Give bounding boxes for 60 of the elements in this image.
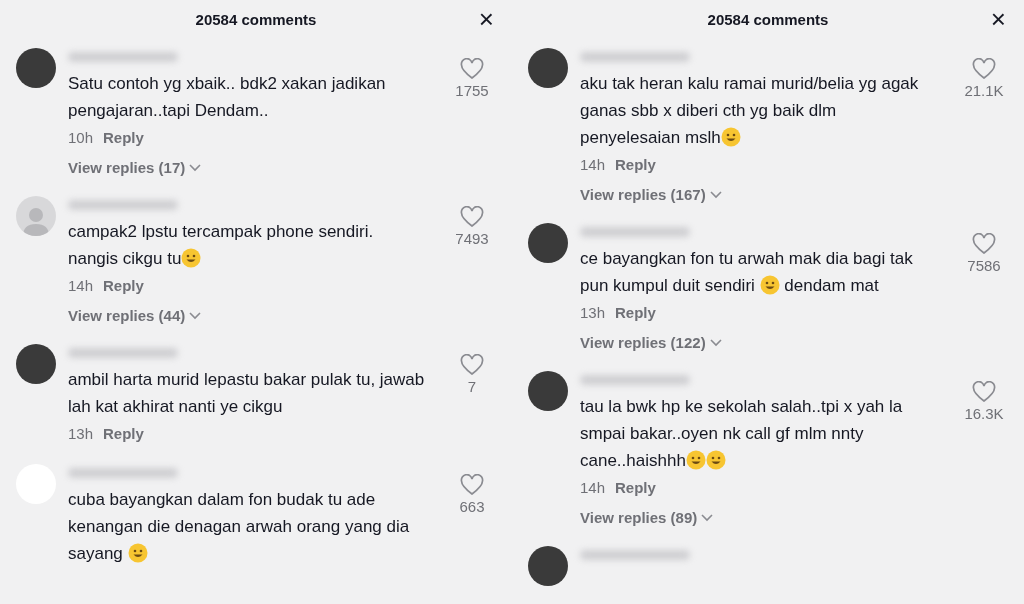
comment-text: ce bayangkan fon tu arwah mak dia bagi tak pun kumpul duit sendiri dendam mat: [580, 248, 914, 297]
comments-count-title: 20584 comments: [707, 9, 829, 30]
like-count: 16.3K: [964, 404, 1004, 424]
heart-icon[interactable]: [460, 58, 484, 80]
like-count: 7493: [455, 229, 489, 249]
emoji-icon: [720, 127, 741, 147]
view-replies-link[interactable]: View replies (167): [580, 185, 722, 205]
view-replies-link[interactable]: View replies (89): [580, 508, 714, 528]
reply-link[interactable]: Reply: [103, 277, 144, 294]
comment-text: campak2 lpstu tercampak phone sendiri. nangis cikgu tu: [68, 221, 375, 270]
like-count: 7: [467, 377, 477, 397]
comment-text: tau la bwk hp ke sekolah salah..tpi x yah la smpai bakar..oyen nk call gf mlm nnty cane..haishhh: [580, 396, 904, 472]
like-count: 7586: [967, 256, 1001, 276]
comment-time: 14h: [68, 277, 94, 294]
comment-time: 14h: [580, 156, 606, 173]
chevron-down-icon: [189, 164, 202, 172]
reply-link[interactable]: Reply: [103, 129, 144, 146]
view-replies-link[interactable]: View replies (122): [580, 333, 722, 353]
reply-link[interactable]: Reply: [615, 156, 656, 173]
comments-count-title: 20584 comments: [195, 9, 317, 30]
like-count: 1755: [455, 81, 489, 101]
heart-icon[interactable]: [460, 354, 484, 376]
heart-icon[interactable]: [972, 381, 996, 403]
avatar-photo-placeholder: [16, 48, 56, 88]
comment-time: 13h: [68, 425, 94, 442]
emoji-icon: [759, 275, 780, 295]
view-replies-link[interactable]: View replies (17): [68, 158, 202, 178]
avatar-photo-placeholder: [528, 371, 568, 411]
heart-icon[interactable]: [972, 58, 996, 80]
reply-link[interactable]: Reply: [103, 425, 144, 442]
close-button[interactable]: ×: [988, 6, 1008, 32]
heart-icon[interactable]: [460, 206, 484, 228]
chevron-down-icon: [709, 191, 722, 199]
avatar-photo-placeholder: [528, 48, 568, 88]
comment-time: 14h: [580, 479, 606, 496]
comment-text: cuba bayangkan dalam fon budak tu ade kenangan die denagan arwah orang yang dia sayang: [68, 489, 411, 565]
avatar-photo-placeholder: [528, 223, 568, 263]
chevron-down-icon: [189, 312, 202, 320]
emoji-icon: [705, 450, 726, 470]
avatar-photo-placeholder: [528, 546, 568, 586]
avatar-photo-placeholder: [16, 344, 56, 384]
heart-icon[interactable]: [972, 233, 996, 255]
like-count: 21.1K: [964, 81, 1004, 101]
comment-time: 13h: [580, 304, 606, 321]
emoji-icon: [127, 543, 148, 563]
comment-text: ambil harta murid lepastu bakar pulak tu, jawab lah kat akhirat nanti ye cikgu: [68, 369, 426, 418]
emoji-icon: [181, 248, 202, 268]
comment-text: aku tak heran kalu ramai murid/belia yg agak ganas sbb x diberi cth yg baik dlm penyelesaian mslh: [580, 73, 920, 149]
emoji-icon: [685, 450, 706, 470]
chevron-down-icon: [709, 339, 722, 347]
reply-link[interactable]: Reply: [615, 479, 656, 496]
like-count: 663: [459, 497, 485, 517]
heart-icon[interactable]: [460, 474, 484, 496]
chevron-down-icon: [701, 514, 714, 522]
close-button[interactable]: ×: [476, 6, 496, 32]
comment-time: 10h: [68, 129, 94, 146]
reply-link[interactable]: Reply: [615, 304, 656, 321]
comment-text: Satu contoh yg xbaik.. bdk2 xakan jadikan pengajaran..tapi Dendam..: [68, 73, 387, 122]
view-replies-link[interactable]: View replies (44): [68, 306, 202, 326]
default-avatar-icon: [16, 196, 56, 236]
